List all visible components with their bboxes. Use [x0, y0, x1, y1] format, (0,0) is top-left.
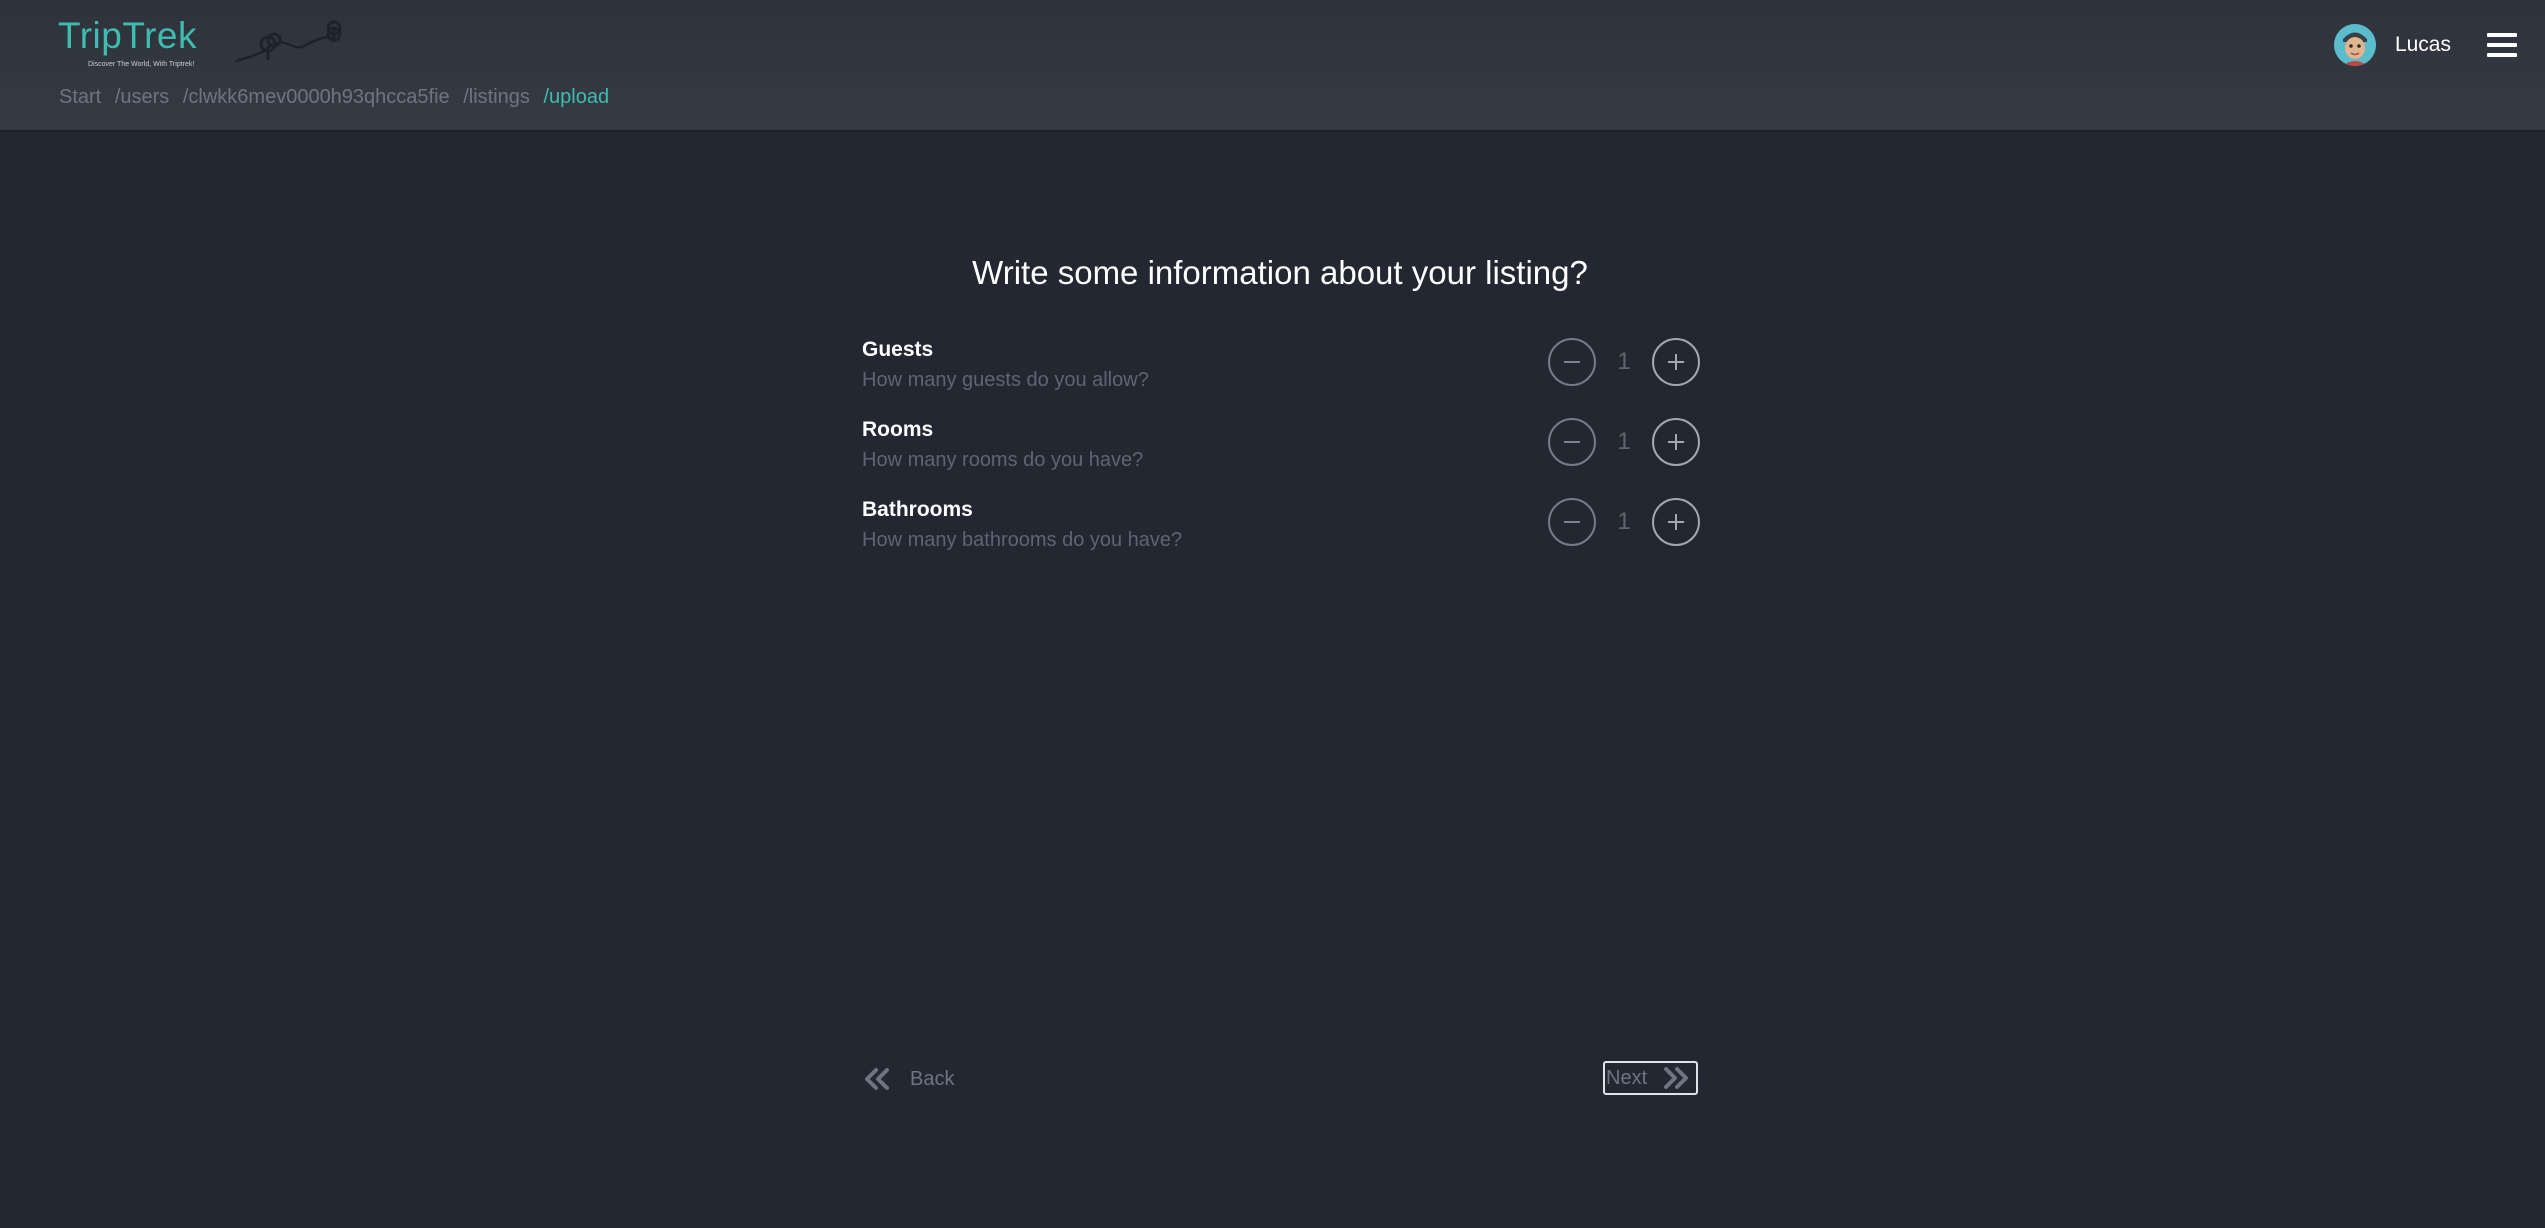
- guests-stepper: 1: [1548, 338, 1700, 390]
- rooms-counter-row: Rooms How many rooms do you have? 1: [862, 418, 1700, 480]
- plus-icon-vertical: [1675, 434, 1677, 450]
- plus-icon-vertical: [1675, 514, 1677, 530]
- minus-icon: [1564, 521, 1580, 523]
- guests-increment-button[interactable]: [1652, 338, 1700, 386]
- rooms-label: Rooms: [862, 418, 934, 441]
- guests-counter-row: Guests How many guests do you allow? 1: [862, 338, 1700, 400]
- top-header: TripTrek Discover The World, With Triptr…: [0, 0, 2545, 132]
- rooms-increment-button[interactable]: [1652, 418, 1700, 466]
- bathrooms-description: How many bathrooms do you have?: [862, 529, 1183, 551]
- breadcrumb-item-listings[interactable]: /listings: [463, 86, 530, 108]
- breadcrumb-item-user-id[interactable]: /clwkk6mev0000h93qhcca5fie: [183, 86, 450, 108]
- page-title: Write some information about your listin…: [972, 254, 1588, 291]
- bathrooms-value: 1: [1617, 508, 1631, 535]
- next-label: Next: [1606, 1066, 1648, 1089]
- bathrooms-increment-button[interactable]: [1652, 498, 1700, 546]
- avatar[interactable]: [2333, 24, 2376, 66]
- back-button[interactable]: Back: [862, 1062, 954, 1096]
- username: Lucas: [2394, 33, 2451, 56]
- next-button[interactable]: Next: [1603, 1061, 1698, 1095]
- logo[interactable]: TripTrek Discover The World, With Triptr…: [58, 14, 342, 76]
- minus-icon: [1564, 361, 1580, 363]
- back-label: Back: [910, 1067, 955, 1090]
- route-icon: [234, 20, 342, 63]
- plus-icon-vertical: [1675, 354, 1677, 370]
- rooms-stepper: 1: [1548, 418, 1700, 470]
- rooms-decrement-button[interactable]: [1548, 418, 1596, 466]
- breadcrumb: Start /users /clwkk6mev0000h93qhcca5fie …: [59, 84, 617, 110]
- menu-icon[interactable]: [2487, 33, 2517, 57]
- guests-value: 1: [1617, 348, 1631, 375]
- logo-title: TripTrek: [58, 15, 197, 56]
- bathrooms-stepper: 1: [1548, 498, 1700, 550]
- breadcrumb-item-users[interactable]: /users: [115, 86, 169, 108]
- minus-icon: [1564, 441, 1580, 443]
- guests-decrement-button[interactable]: [1548, 338, 1596, 386]
- double-chevron-right-icon: [1664, 1067, 1689, 1089]
- bathrooms-counter-row: Bathrooms How many bathrooms do you have…: [862, 498, 1700, 560]
- user-menu: Lucas: [2333, 22, 2517, 68]
- rooms-description: How many rooms do you have?: [862, 449, 1144, 471]
- guests-description: How many guests do you allow?: [862, 369, 1149, 391]
- avatar-face-icon: [2333, 24, 2376, 66]
- rooms-value: 1: [1617, 428, 1631, 455]
- bathrooms-label: Bathrooms: [862, 498, 973, 521]
- logo-tagline: Discover The World, With Triptrek!: [88, 61, 195, 68]
- double-chevron-left-icon: [865, 1068, 889, 1090]
- bathrooms-decrement-button[interactable]: [1548, 498, 1596, 546]
- breadcrumb-item-upload[interactable]: /upload: [544, 86, 610, 108]
- breadcrumb-item-start[interactable]: Start: [59, 86, 101, 108]
- guests-label: Guests: [862, 338, 934, 361]
